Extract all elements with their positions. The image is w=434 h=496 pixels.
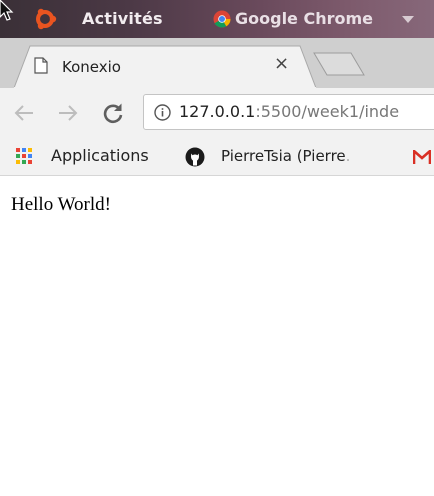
url-host: 127.0.0.1	[179, 102, 256, 121]
chrome-logo-icon	[213, 10, 231, 28]
page-text: Hello World!	[11, 194, 111, 215]
browser-toolbar: 127.0.0.1:5500/week1/inde	[0, 88, 434, 138]
tab-title: Konexio	[62, 58, 121, 76]
mouse-cursor-icon	[0, 0, 14, 21]
bookmark-github-label: PierreTsia (Pierre	[221, 147, 346, 165]
github-icon[interactable]	[185, 147, 205, 167]
url-text[interactable]: 127.0.0.1:5500/week1/inde	[179, 102, 399, 121]
chevron-down-icon[interactable]	[402, 16, 414, 24]
bookmark-github-fade: .	[345, 147, 351, 165]
app-menu-button[interactable]: Google Chrome	[235, 9, 373, 28]
gnome-top-bar: Activités Google Chrome	[0, 0, 434, 38]
gmail-icon[interactable]	[413, 150, 431, 164]
ubuntu-logo-icon[interactable]	[32, 7, 58, 31]
tab-konexio[interactable]: Konexio ×	[14, 45, 316, 88]
apps-grid-icon[interactable]	[16, 148, 32, 164]
tab-strip: Konexio ×	[0, 38, 434, 88]
new-tab-button[interactable]	[313, 52, 365, 76]
info-icon[interactable]	[154, 104, 171, 121]
back-arrow-icon[interactable]	[14, 105, 34, 121]
forward-arrow-icon[interactable]	[58, 105, 78, 121]
bookmark-applications[interactable]: Applications	[51, 146, 149, 165]
url-path: :5500/week1/inde	[255, 102, 400, 121]
close-tab-icon[interactable]: ×	[274, 55, 289, 73]
page-content: Hello World!	[0, 176, 434, 496]
tab-background	[14, 45, 316, 88]
address-bar[interactable]: 127.0.0.1:5500/week1/inde	[143, 94, 434, 130]
activities-button[interactable]: Activités	[82, 9, 163, 28]
page-icon	[34, 57, 48, 74]
bookmarks-bar: Applications PierreTsia (Pierre.	[0, 138, 434, 176]
reload-icon[interactable]	[102, 102, 124, 124]
bookmark-github[interactable]: PierreTsia (Pierre.	[221, 147, 350, 165]
